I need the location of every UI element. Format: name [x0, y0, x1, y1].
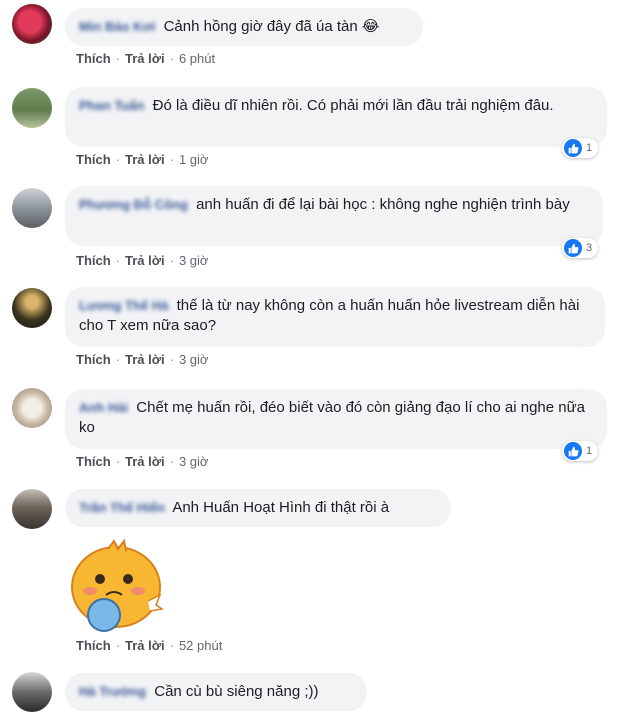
reply-link[interactable]: Trả lời [125, 638, 165, 653]
comment-bubble: Phương Đỗ Công anh huấn đi để lại bài họ… [65, 186, 603, 246]
laughing-emoji-icon: 😂 [361, 18, 380, 35]
comment-author[interactable]: Min Bảo Kơi [79, 19, 155, 34]
comment-text: Cảnh hồng giờ đây đã úa tàn [163, 18, 358, 35]
like-link[interactable]: Thích [76, 51, 111, 66]
comment-bubble: Hà Trường Cần cù bù siêng năng ;)) [65, 673, 367, 711]
comment-author[interactable]: Lương Thế Hà [79, 298, 168, 313]
thumbs-up-icon [564, 239, 582, 257]
thumbs-up-icon [564, 139, 582, 157]
comment-author[interactable]: Anh Hải [79, 400, 128, 415]
comment-bubble: Anh Hải Chết mẹ huấn rồi, đéo biết vào đ… [65, 389, 607, 449]
comment-author[interactable]: Phương Đỗ Công [79, 197, 188, 212]
avatar[interactable] [12, 4, 52, 44]
like-link[interactable]: Thích [76, 152, 111, 167]
reaction-count[interactable]: 3 [562, 238, 599, 258]
avatar[interactable] [12, 88, 52, 128]
comment-text: Chết mẹ huấn rồi, đéo biết vào đó còn gi… [79, 399, 585, 436]
comment-actions: Thích · Trả lời · 3 giờ [76, 352, 209, 367]
comment-actions: Thích · Trả lời · 1 giờ [76, 152, 209, 167]
comment-actions: Thích · Trả lời · 6 phút [76, 51, 216, 66]
comment-actions: Thích · Trả lời · 52 phút [76, 638, 223, 653]
reply-link[interactable]: Trả lời [125, 253, 165, 268]
comment-text: Anh Huấn Hoạt Hình đi thật rồi à [172, 499, 390, 516]
comment-bubble: Lương Thế Hà thế là từ nay không còn a h… [65, 287, 605, 347]
reply-link[interactable]: Trả lời [125, 51, 165, 66]
reaction-count[interactable]: 1 [562, 138, 599, 158]
avatar[interactable] [12, 288, 52, 328]
avatar[interactable] [12, 388, 52, 428]
like-link[interactable]: Thích [76, 253, 111, 268]
comment-text: Cần cù bù siêng năng ;)) [154, 683, 319, 700]
like-link[interactable]: Thích [76, 454, 111, 469]
timestamp[interactable]: 3 giờ [179, 454, 209, 469]
comment-bubble: Min Bảo Kơi Cảnh hồng giờ đây đã úa tàn … [65, 8, 423, 46]
timestamp[interactable]: 3 giờ [179, 253, 209, 268]
reaction-count[interactable]: 1 [562, 441, 599, 461]
timestamp[interactable]: 1 giờ [179, 152, 209, 167]
reply-link[interactable]: Trả lời [125, 352, 165, 367]
timestamp[interactable]: 52 phút [179, 638, 222, 653]
timestamp[interactable]: 3 giờ [179, 352, 209, 367]
comment-author[interactable]: Trần Thế Hiển [79, 500, 165, 515]
avatar[interactable] [12, 489, 52, 529]
thumbs-up-icon [564, 442, 582, 460]
comment-author[interactable]: Phan Tuấn [79, 98, 144, 113]
reply-link[interactable]: Trả lời [125, 454, 165, 469]
like-link[interactable]: Thích [76, 638, 111, 653]
comment-actions: Thích · Trả lời · 3 giờ [76, 253, 209, 268]
comment-bubble: Phan Tuấn Đó là điều dĩ nhiên rồi. Có ph… [65, 87, 607, 147]
comment-author[interactable]: Hà Trường [79, 684, 146, 699]
comment-bubble: Trần Thế Hiển Anh Huấn Hoạt Hình đi thật… [65, 489, 451, 527]
reply-link[interactable]: Trả lời [125, 152, 165, 167]
sticker-image[interactable] [66, 538, 166, 633]
like-link[interactable]: Thích [76, 352, 111, 367]
avatar[interactable] [12, 672, 52, 712]
comment-text: Đó là điều dĩ nhiên rồi. Có phải mới lần… [152, 97, 554, 114]
comment-actions: Thích · Trả lời · 3 giờ [76, 454, 209, 469]
comment-text: anh huấn đi để lại bài học : không nghe … [196, 196, 570, 213]
timestamp[interactable]: 6 phút [179, 51, 215, 66]
avatar[interactable] [12, 188, 52, 228]
